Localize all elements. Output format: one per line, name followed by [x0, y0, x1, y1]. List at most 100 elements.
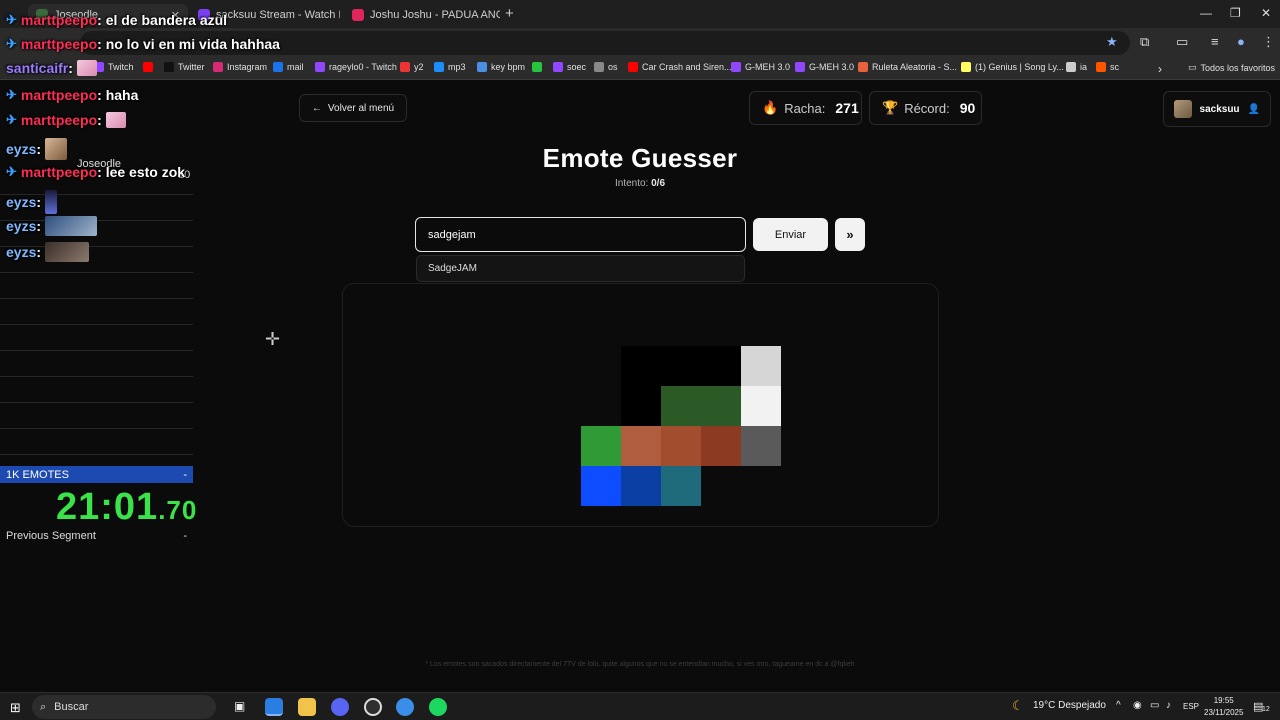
avatar: [1174, 100, 1192, 118]
bookmark-label: Twitch: [108, 62, 134, 72]
bookmark-item[interactable]: Instagram: [213, 62, 267, 72]
emote-pixel: [621, 466, 661, 506]
split-row: [0, 351, 193, 377]
bookmark-item[interactable]: G-MEH 3.0: [795, 62, 854, 72]
chat-badge-icon: ✈: [6, 36, 17, 51]
guess-input[interactable]: [415, 217, 746, 252]
bookmark-item[interactable]: (1) Genius | Song Ly...: [961, 62, 1064, 72]
bookmark-label: soec: [567, 62, 587, 72]
weather-moon-icon: ☾: [1012, 698, 1024, 713]
attempt-label: Intento:: [614, 178, 649, 189]
emote-pixel: [741, 386, 781, 426]
splits-header: 1K EMOTES -: [0, 466, 193, 483]
bookmarks-bar: Twitch Twitter Instagram mail rageylo0 -…: [0, 58, 1280, 80]
app-icon[interactable]: [396, 698, 414, 716]
chat-text: :: [68, 60, 73, 76]
emote-pixel: [581, 426, 621, 466]
profile-icon[interactable]: ●: [1237, 34, 1245, 49]
split-row: [0, 377, 193, 403]
bookmark-item[interactable]: Twitter: [164, 62, 205, 72]
taskbar-search[interactable]: ⌕ Buscar: [32, 695, 216, 719]
send-button[interactable]: Enviar: [753, 218, 828, 251]
chat-badge-icon: ✈: [6, 164, 17, 179]
volume-icon[interactable]: ♪: [1166, 700, 1171, 711]
tray-chevron-icon[interactable]: ^: [1116, 700, 1121, 711]
chat-message: ✈ marttpeepo: haha: [6, 87, 138, 103]
username: sacksuu: [1199, 103, 1240, 115]
bookmark-item[interactable]: y2: [400, 62, 424, 72]
bookmark-item[interactable]: key bpm: [477, 62, 525, 72]
tray-app-icon[interactable]: ◉: [1133, 700, 1142, 711]
chat-text: : el de bandera azul: [97, 12, 228, 28]
timer-main: 21:01: [56, 486, 159, 528]
autocomplete-suggestion[interactable]: SadgeJAM: [416, 255, 745, 282]
media-icon[interactable]: ≡: [1211, 34, 1219, 49]
bookmark-item[interactable]: mp3: [434, 62, 466, 72]
bookmark-label: key bpm: [491, 62, 526, 72]
page-title: Emote Guesser: [542, 143, 738, 173]
bookmark-item[interactable]: Car Crash and Siren...: [628, 62, 732, 72]
folder-label: Todos los favoritos: [1200, 62, 1276, 73]
bookmark-label: G-MEH 3.0: [809, 62, 855, 72]
emote-pixel: [661, 346, 701, 386]
weather-text[interactable]: 19°C Despejado: [1033, 700, 1106, 711]
minimize-icon[interactable]: —: [1200, 6, 1212, 20]
chat-emote-icon: [45, 242, 90, 262]
bookmark-icon: [315, 62, 325, 72]
close-window-icon[interactable]: ✕: [1261, 6, 1271, 20]
extensions-icon[interactable]: ⧉: [1140, 34, 1149, 50]
trophy-icon: 🏆: [882, 100, 899, 115]
tab-favicon-icon: [352, 9, 364, 21]
spotify-icon[interactable]: [429, 698, 447, 716]
cast-icon[interactable]: ▭: [1176, 34, 1188, 50]
discord-icon[interactable]: [331, 698, 349, 716]
bookmark-item[interactable]: [532, 62, 542, 72]
bookmark-item[interactable]: sc: [1096, 62, 1119, 72]
emote-preview-panel: [342, 283, 939, 527]
user-menu-button[interactable]: sacksuu 👤: [1163, 91, 1271, 127]
skip-button[interactable]: »: [835, 218, 865, 251]
bookmark-item[interactable]: [143, 62, 153, 72]
all-favorites-folder[interactable]: ▭ Todos los favoritos: [1188, 62, 1275, 73]
file-explorer-icon[interactable]: [298, 698, 316, 716]
bookmark-item[interactable]: soec: [553, 62, 586, 72]
bookmark-label: Twitter: [178, 62, 205, 72]
tab-youtube[interactable]: Joshu Joshu - PADUA ANG 🔊 ✕: [344, 4, 500, 26]
bookmark-item[interactable]: mail: [273, 62, 304, 72]
network-icon[interactable]: ▭: [1150, 700, 1159, 711]
chat-username: eyzs: [6, 244, 37, 260]
taskbar: ⊞ ⌕ Buscar ▣ ☾ 19°C Despejado ^ ◉ ▭ ♪ ES…: [0, 692, 1280, 720]
bookmark-item[interactable]: os: [594, 62, 618, 72]
back-to-menu-button[interactable]: ← Volver al menú: [299, 94, 407, 122]
chat-badge-icon: ✈: [6, 112, 17, 127]
bookmark-item[interactable]: Ruleta Aleatoria - S...: [858, 62, 957, 72]
taskbar-clock[interactable]: 19:55 23/11/2025: [1204, 695, 1243, 719]
windows-start-icon[interactable]: ⊞: [10, 700, 21, 716]
tab-label: Joshu Joshu - PADUA ANG: [370, 9, 500, 21]
bookmark-icon: [731, 62, 741, 72]
menu-icon[interactable]: ⋮: [1262, 34, 1275, 50]
chat-emote-icon: [76, 60, 97, 76]
chat-username: eyzs: [6, 141, 37, 157]
split-row: [0, 299, 193, 325]
bookmark-item[interactable]: G-MEH 3.0: [731, 62, 790, 72]
record-value: 90: [959, 100, 976, 116]
chat-username: eyzs: [6, 218, 37, 234]
emote-pixel: [701, 346, 741, 386]
restore-icon[interactable]: ❐: [1230, 6, 1241, 20]
more-bookmarks-icon[interactable]: ›: [1158, 62, 1162, 76]
bookmark-item[interactable]: rageylo0 - Twitch: [315, 62, 397, 72]
bookmark-item[interactable]: ia: [1066, 62, 1087, 72]
task-view-icon[interactable]: ▣: [234, 699, 245, 713]
chrome-app-icon[interactable]: [265, 698, 283, 716]
new-tab-button[interactable]: +: [505, 5, 514, 22]
previous-segment: Previous Segment -: [6, 530, 193, 542]
back-to-menu-label: Volver al menú: [327, 102, 395, 114]
bookmark-icon: [400, 62, 410, 72]
bookmark-label: Instagram: [227, 62, 268, 72]
screen: Joseodle ✕ sacksuu Stream - Watch Live o…: [0, 0, 1280, 720]
obs-icon[interactable]: [364, 698, 382, 716]
bookmark-star-icon[interactable]: ★: [1106, 34, 1118, 50]
bookmark-item[interactable]: Twitch: [94, 62, 134, 72]
language-indicator[interactable]: ESP: [1183, 702, 1199, 711]
